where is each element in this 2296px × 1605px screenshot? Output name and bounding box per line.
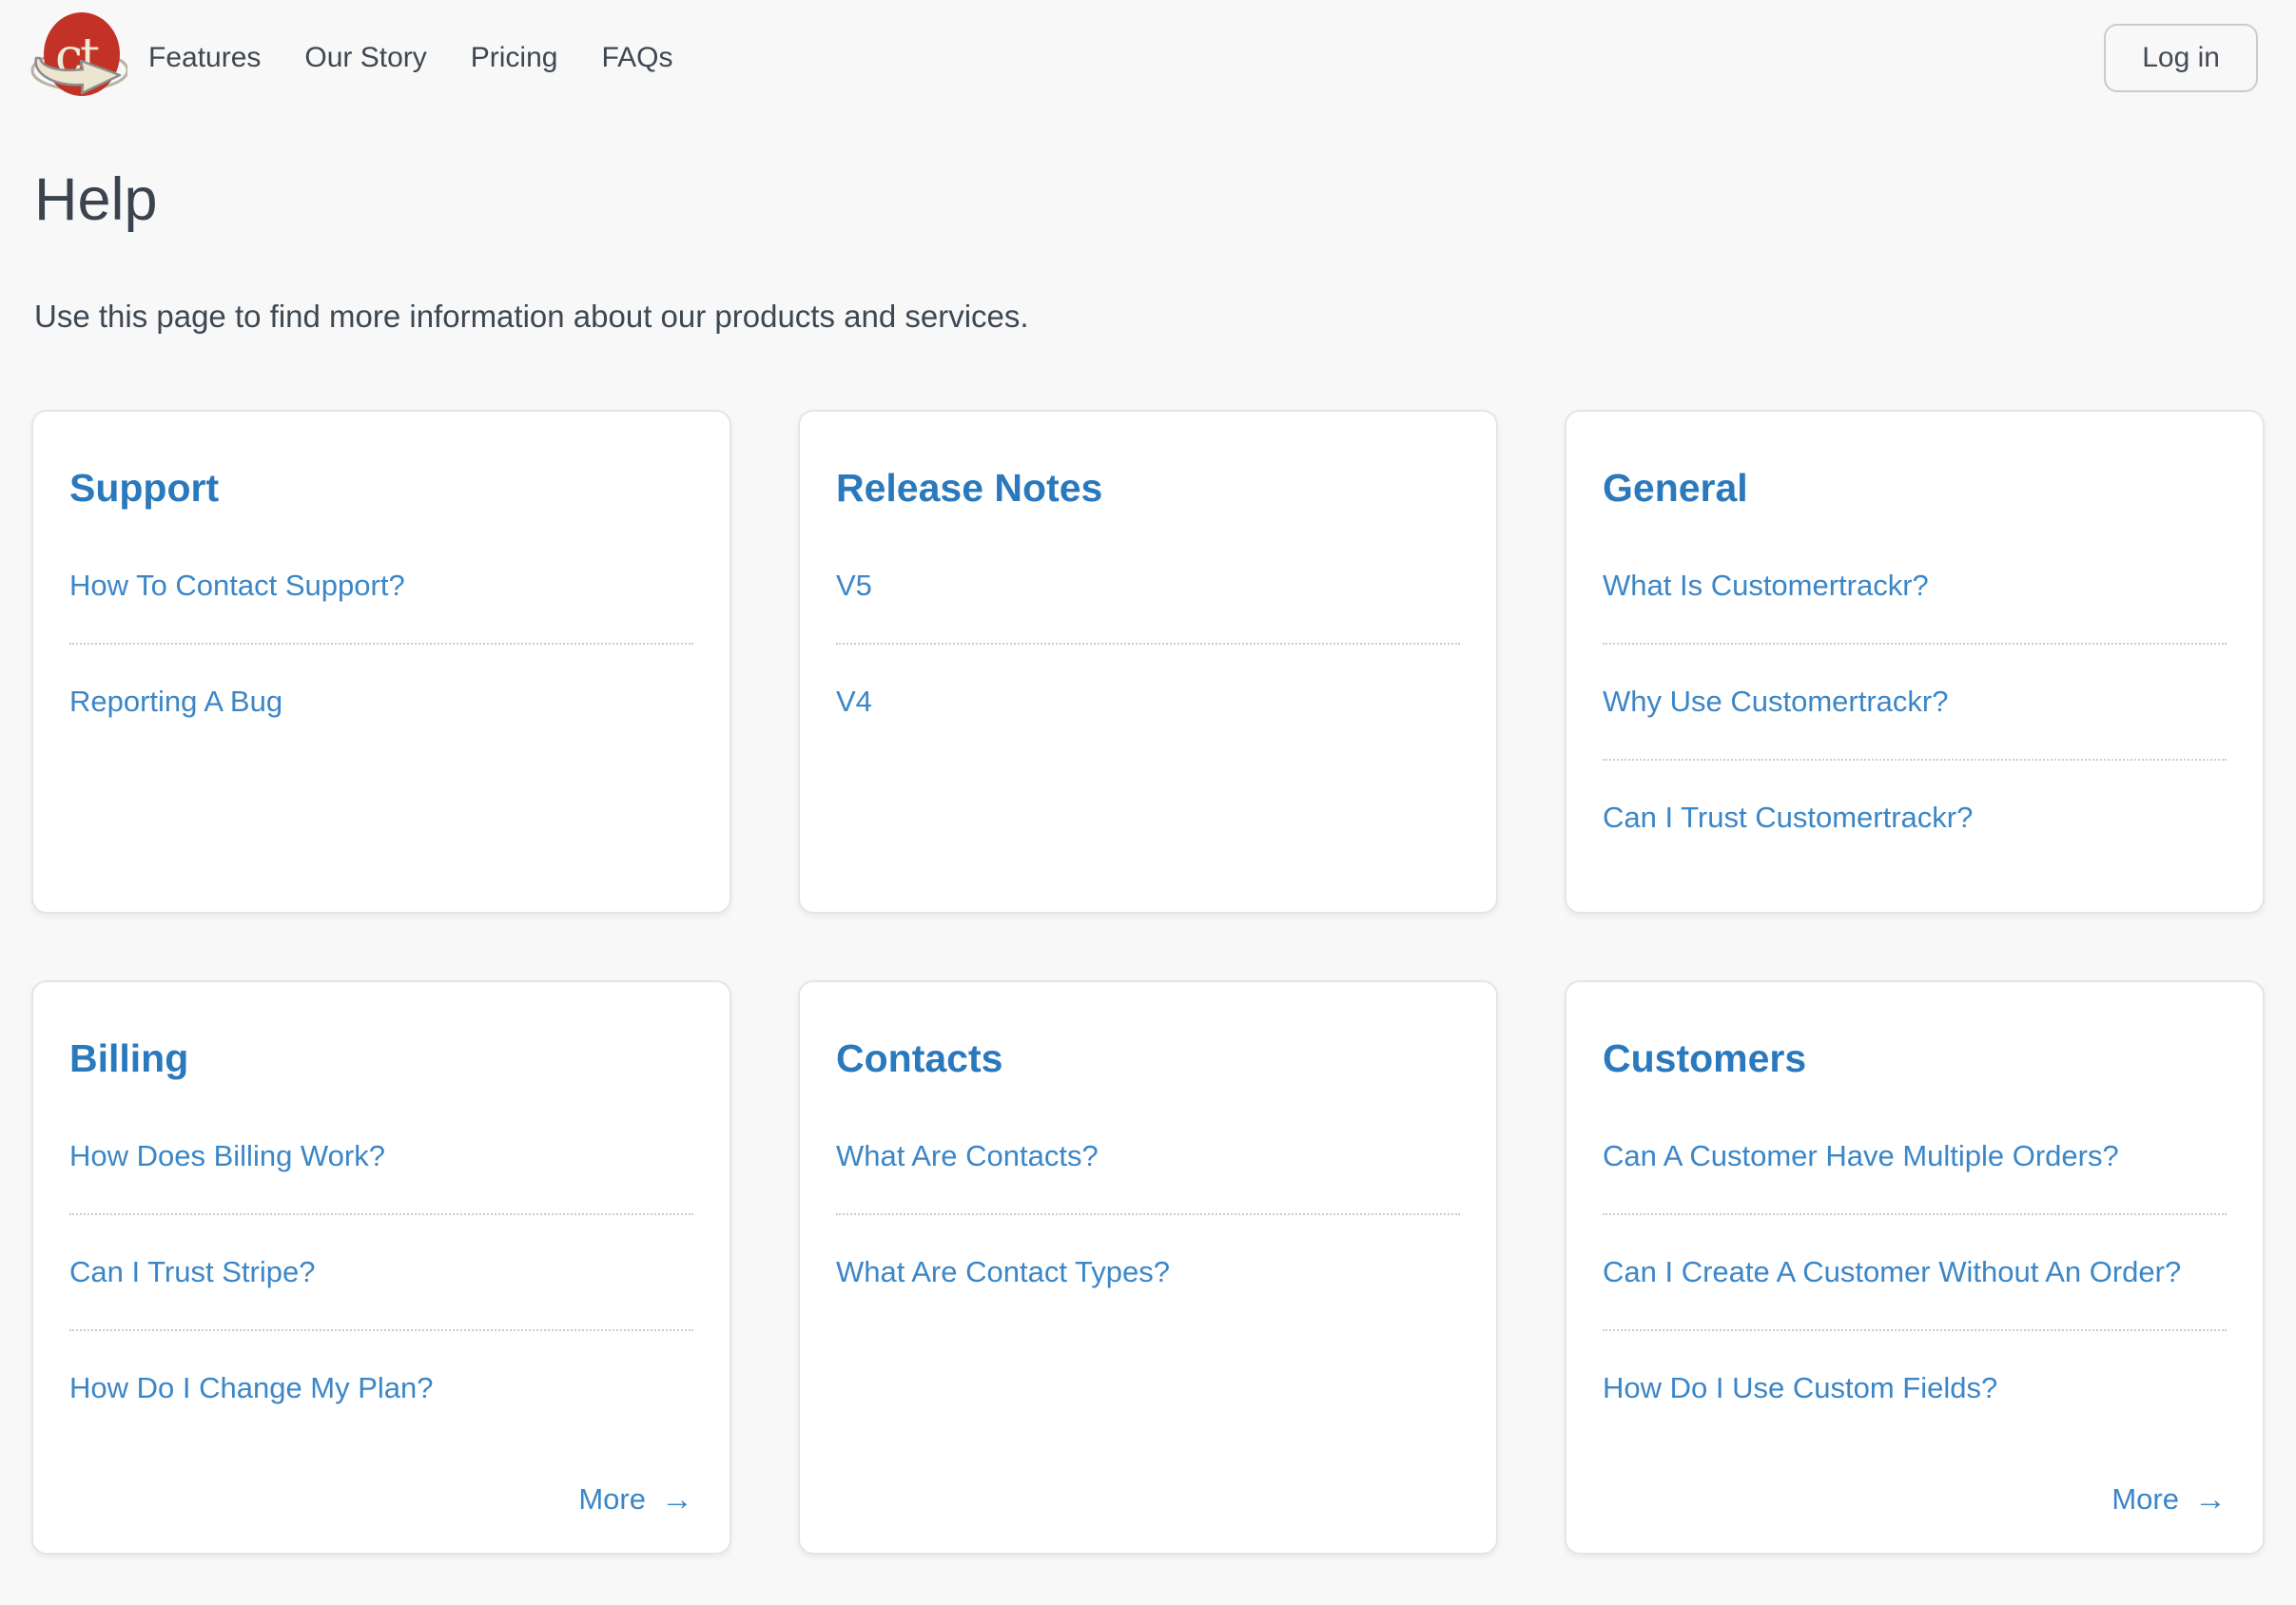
help-link-v5[interactable]: V5: [836, 569, 872, 602]
card-release-notes: Release Notes V5 V4: [798, 410, 1498, 914]
page-intro: Use this page to find more information a…: [34, 295, 2262, 338]
help-topic-row: Can A Customer Have Multiple Orders?: [1603, 1099, 2227, 1213]
arrow-right-icon: →: [2194, 1483, 2227, 1516]
help-link-can-i-trust-customertrackr[interactable]: Can I Trust Customertrackr?: [1603, 801, 1973, 834]
ct-logo-icon: ct: [29, 10, 127, 106]
help-link-customer-without-order[interactable]: Can I Create A Customer Without An Order…: [1603, 1255, 2181, 1288]
help-link-v4[interactable]: V4: [836, 685, 872, 718]
card-billing: Billing How Does Billing Work? Can I Tru…: [31, 980, 731, 1555]
card-title-customers: Customers: [1603, 1035, 2227, 1082]
help-topic-list: V5 V4: [836, 529, 1460, 760]
card-customers: Customers Can A Customer Have Multiple O…: [1565, 980, 2265, 1555]
nav-item-faqs[interactable]: FAQs: [601, 42, 672, 74]
help-link-how-do-i-change-my-plan[interactable]: How Do I Change My Plan?: [69, 1371, 434, 1404]
help-link-how-does-billing-work[interactable]: How Does Billing Work?: [69, 1139, 385, 1172]
help-topic-row: How To Contact Support?: [69, 529, 693, 643]
help-topic-row: Why Use Customertrackr?: [1603, 643, 2227, 759]
nav-item-features[interactable]: Features: [148, 42, 261, 74]
nav-item-pricing[interactable]: Pricing: [471, 42, 558, 74]
help-link-what-is-customertrackr[interactable]: What Is Customertrackr?: [1603, 569, 1929, 602]
card-title-support: Support: [69, 465, 693, 512]
help-link-reporting-a-bug[interactable]: Reporting A Bug: [69, 685, 282, 718]
main-nav: Features Our Story Pricing FAQs: [148, 42, 672, 74]
nav-item-our-story[interactable]: Our Story: [304, 42, 426, 74]
more-link-customers[interactable]: More →: [2111, 1482, 2227, 1517]
help-topic-row: Reporting A Bug: [69, 643, 693, 759]
help-topic-list: Can A Customer Have Multiple Orders? Can…: [1603, 1099, 2227, 1446]
help-topic-row: What Are Contacts?: [836, 1099, 1460, 1213]
help-topic-list: How Does Billing Work? Can I Trust Strip…: [69, 1099, 693, 1446]
help-topic-row: Can I Trust Stripe?: [69, 1213, 693, 1329]
more-label: More: [2111, 1482, 2179, 1517]
help-link-custom-fields[interactable]: How Do I Use Custom Fields?: [1603, 1371, 1997, 1404]
help-topic-list: What Are Contacts? What Are Contact Type…: [836, 1099, 1460, 1330]
more-link-billing[interactable]: More →: [578, 1482, 693, 1517]
top-nav-bar: ct Features Our Story Pricing FAQs Log i…: [0, 0, 2296, 106]
help-page: Help Use this page to find more informat…: [0, 165, 2296, 1555]
card-contacts: Contacts What Are Contacts? What Are Con…: [798, 980, 1498, 1555]
help-link-can-i-trust-stripe[interactable]: Can I Trust Stripe?: [69, 1255, 315, 1288]
page-title: Help: [34, 165, 2262, 234]
help-topic-row: V5: [836, 529, 1460, 643]
help-topic-row: How Does Billing Work?: [69, 1099, 693, 1213]
help-link-what-are-contacts[interactable]: What Are Contacts?: [836, 1139, 1099, 1172]
card-title-release-notes: Release Notes: [836, 465, 1460, 512]
help-topic-row: Can I Trust Customertrackr?: [1603, 759, 2227, 875]
help-topic-row: How Do I Change My Plan?: [69, 1329, 693, 1445]
logo[interactable]: ct: [29, 10, 127, 106]
more-row: More →: [69, 1446, 693, 1517]
help-link-contact-support[interactable]: How To Contact Support?: [69, 569, 405, 602]
help-topic-row: Can I Create A Customer Without An Order…: [1603, 1213, 2227, 1329]
help-topic-list: What Is Customertrackr? Why Use Customer…: [1603, 529, 2227, 876]
card-general: General What Is Customertrackr? Why Use …: [1565, 410, 2265, 914]
card-title-billing: Billing: [69, 1035, 693, 1082]
help-topic-row: What Are Contact Types?: [836, 1213, 1460, 1329]
help-topic-list: How To Contact Support? Reporting A Bug: [69, 529, 693, 760]
help-topic-row: V4: [836, 643, 1460, 759]
login-button[interactable]: Log in: [2104, 24, 2258, 92]
help-link-multiple-orders[interactable]: Can A Customer Have Multiple Orders?: [1603, 1139, 2119, 1172]
more-label: More: [578, 1482, 646, 1517]
card-support: Support How To Contact Support? Reportin…: [31, 410, 731, 914]
card-title-contacts: Contacts: [836, 1035, 1460, 1082]
help-topic-row: What Is Customertrackr?: [1603, 529, 2227, 643]
arrow-right-icon: →: [661, 1483, 693, 1516]
help-topic-row: How Do I Use Custom Fields?: [1603, 1329, 2227, 1445]
help-link-what-are-contact-types[interactable]: What Are Contact Types?: [836, 1255, 1170, 1288]
more-row: More →: [1603, 1446, 2227, 1517]
help-link-why-use-customertrackr[interactable]: Why Use Customertrackr?: [1603, 685, 1948, 718]
help-card-grid: Support How To Contact Support? Reportin…: [31, 410, 2265, 1555]
card-title-general: General: [1603, 465, 2227, 512]
